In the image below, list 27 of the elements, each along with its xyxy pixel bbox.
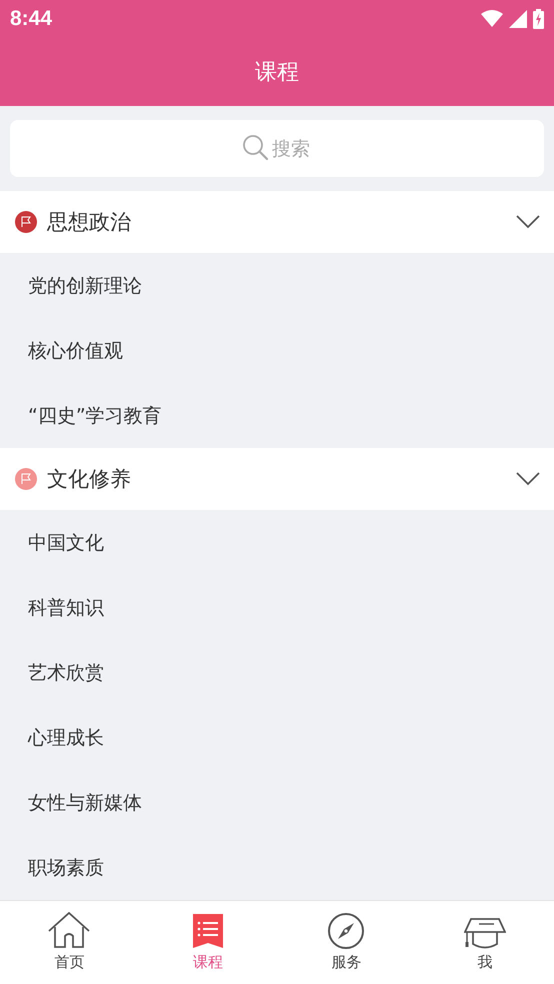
course-item[interactable]: 女性与新媒体 [28,790,142,816]
home-icon [48,912,90,950]
compass-icon [327,912,366,950]
category-title: 文化修养 [47,466,132,493]
course-item[interactable]: 党的创新理论 [28,272,142,298]
category-header[interactable]: 思想政治 [0,191,554,253]
nav-tab[interactable]: 服务 [277,901,416,984]
signal-icon [509,10,527,28]
nav-tab[interactable]: 我 [416,901,554,984]
course-item[interactable]: 心理成长 [28,724,104,750]
list-icon [192,912,223,950]
course-item[interactable]: 职场素质 [28,854,104,880]
search-icon [242,134,270,162]
battery-icon [533,9,544,29]
nav-tab[interactable]: 首页 [0,901,138,984]
page-title: 课程 [255,59,299,87]
course-item[interactable]: 核心价值观 [28,338,123,364]
search-field[interactable]: 搜索 [10,120,544,177]
course-item[interactable]: 科普知识 [28,594,104,620]
course-item[interactable]: 中国文化 [28,530,104,556]
category-title: 思想政治 [47,209,132,236]
course-item[interactable]: 艺术欣赏 [28,660,104,686]
course-item[interactable]: “四史”学习教育 [28,402,162,428]
nav-tab[interactable]: 课程 [138,901,277,984]
category-header[interactable]: 文化修养 [0,448,554,510]
wifi-icon [481,10,503,28]
status-time: 8:44 [10,7,52,31]
